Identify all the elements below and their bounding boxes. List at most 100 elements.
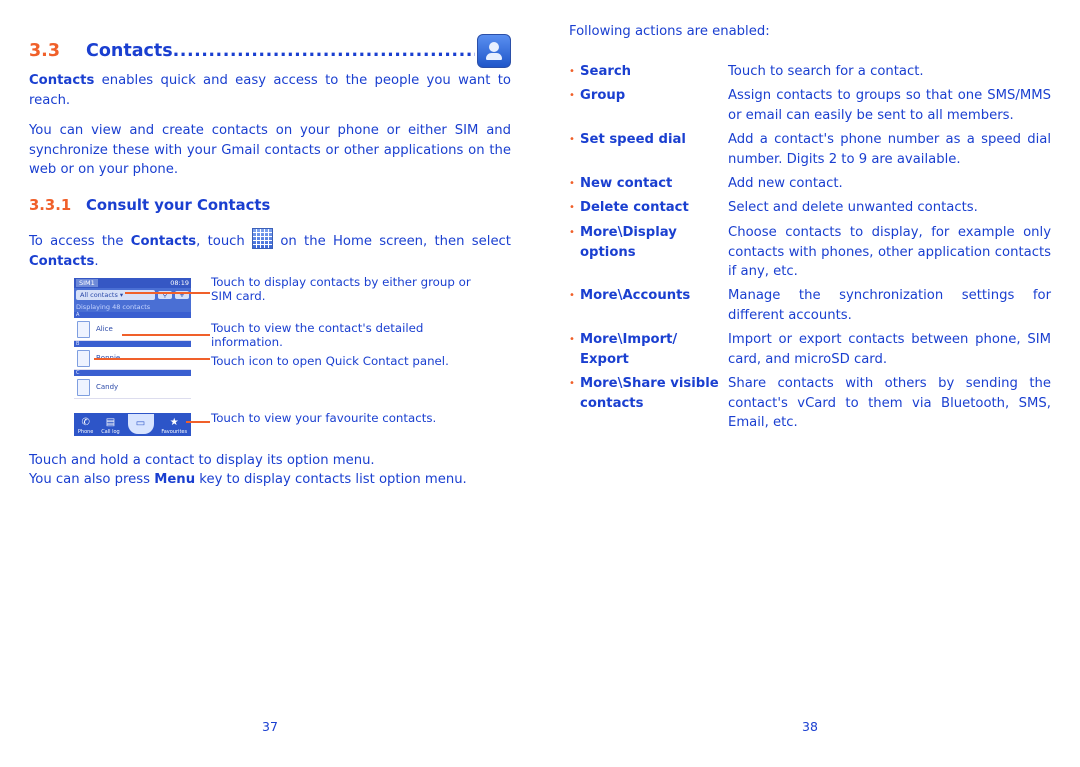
phone-status-bar: SIM1 08:19 (74, 278, 191, 288)
contacts-app-icon (477, 34, 511, 68)
action-name: Set speed dial (580, 132, 686, 147)
bullet-icon: • (569, 90, 575, 101)
intro-text: enables quick and easy access to the peo… (29, 73, 511, 108)
callout-quick-contact: Touch icon to open Quick Contact panel. (211, 354, 449, 368)
action-desc: Import or export contacts between phone,… (728, 332, 1051, 367)
contact-avatar-icon[interactable] (77, 349, 90, 367)
callout-details: Touch to view the contact's detailed inf… (211, 321, 424, 349)
contact-row[interactable]: Alice (74, 318, 191, 341)
star-icon: ★ (169, 417, 179, 428)
bullet-icon: • (569, 202, 575, 213)
menu-key-bold: Menu (154, 472, 196, 487)
action-item-delete-contact: • Delete contact Select and delete unwan… (569, 198, 1051, 218)
hold-paragraph: Touch and hold a contact to display its … (29, 453, 375, 468)
access-text-3: on the Home screen, then select (273, 234, 511, 249)
phone-icon: ✆ (81, 417, 90, 428)
section-number: 3.3 (29, 41, 61, 61)
menu-paragraph: You can also press Menu key to display c… (29, 470, 511, 490)
callout-filter: Touch to display contacts by either grou… (211, 275, 471, 303)
action-name: Group (580, 88, 626, 103)
action-desc: Add new contact. (728, 176, 843, 191)
phone-screenshot: SIM1 08:19 All contacts ▾ ⚲ + Displaying… (74, 278, 191, 436)
subsection-heading: 3.3.1 Consult your Contacts (29, 197, 270, 214)
callout-leader-line (186, 421, 210, 423)
bullet-icon: • (569, 290, 575, 301)
action-item-new-contact: • New contact Add new contact. (569, 174, 1051, 194)
nav-contacts[interactable]: ▭ (127, 414, 154, 434)
page-number-right: 38 (802, 719, 818, 734)
nav-label: Call log (101, 429, 120, 435)
menu-text-1: You can also press (29, 472, 155, 487)
nav-favourites[interactable]: ★ Favourites (161, 417, 187, 435)
bullet-icon: • (569, 334, 575, 345)
action-desc: Add a contact's phone number as a speed … (728, 132, 1051, 167)
bullet-icon: • (569, 378, 575, 389)
access-text-4: . (94, 253, 99, 269)
action-item-accounts: • More\Accounts Manage the synchronizati… (569, 286, 1051, 325)
action-item-display-options: • More\Display options Choose contacts t… (569, 223, 1051, 282)
call-log-icon: ▤ (105, 417, 116, 428)
nav-call-log[interactable]: ▤ Call log (101, 417, 120, 435)
action-name: More\Share visible contacts (580, 376, 719, 411)
access-text-1: To access the (29, 234, 131, 249)
phone-bottom-nav: ✆ Phone ▤ Call log ▭ ★ Favourites (74, 413, 191, 436)
bullet-icon: • (569, 134, 575, 145)
action-item-search: • Search Touch to search for a contact. (569, 62, 1051, 82)
actions-intro: Following actions are enabled: (569, 24, 770, 39)
menu-text-2: key to display contacts list option menu… (195, 472, 467, 487)
subsection-number: 3.3.1 (29, 197, 72, 214)
subsection-title: Consult your Contacts (86, 197, 271, 214)
status-time: 08:19 (170, 279, 189, 287)
action-item-group: • Group Assign contacts to groups so tha… (569, 86, 1051, 125)
phone-toolbar: All contacts ▾ ⚲ + (74, 288, 191, 302)
contacts-count: Displaying 48 contacts (74, 302, 191, 312)
action-name: Delete contact (580, 200, 689, 215)
action-desc: Select and delete unwanted contacts. (728, 200, 978, 215)
dropdown-label: All contacts (80, 291, 118, 299)
action-desc: Share contacts with others by sending th… (728, 376, 1051, 430)
action-name: More\Display options (580, 225, 677, 260)
callout-leader-line (122, 334, 210, 336)
action-name: New contact (580, 176, 673, 191)
action-desc: Choose contacts to display, for example … (728, 225, 1051, 279)
bullet-icon: • (569, 178, 575, 189)
nav-label: Favourites (161, 429, 188, 435)
contact-name: Alice (96, 325, 113, 333)
nav-label: Phone (77, 429, 94, 435)
app-grid-icon (252, 228, 274, 249)
callout-leader-line (94, 358, 210, 360)
action-name: More\Accounts (580, 288, 691, 303)
callout-favourites: Touch to view your favourite contacts. (211, 411, 437, 425)
leader-dots: ........................................… (172, 41, 475, 61)
access-bold-2: Contacts (29, 253, 95, 269)
section-title: Contacts (86, 41, 173, 61)
nav-phone[interactable]: ✆ Phone (78, 417, 94, 435)
intro-bold: Contacts (29, 73, 95, 88)
action-desc: Touch to search for a contact. (728, 64, 924, 79)
access-paragraph: To access the Contacts, touch on the Hom… (29, 228, 511, 271)
access-bold-1: Contacts (130, 234, 197, 249)
intro-paragraph: Contacts enables quick and easy access t… (29, 71, 511, 110)
access-text-2: , touch (196, 234, 253, 249)
page-number-left: 37 (262, 719, 278, 734)
action-item-speed-dial: • Set speed dial Add a contact's phone n… (569, 130, 1051, 169)
left-page: 3.3 Contacts ...........................… (0, 0, 540, 767)
action-item-import-export: • More\Import/ Export Import or export c… (569, 330, 1051, 369)
action-name: Search (580, 64, 632, 79)
paragraph-2: You can view and create contacts on your… (29, 123, 511, 177)
callout-leader-line (125, 292, 210, 294)
contact-name: Candy (96, 383, 119, 391)
contact-avatar-icon[interactable] (77, 320, 90, 338)
contact-avatar-icon[interactable] (77, 378, 90, 396)
section-heading: 3.3 Contacts ...........................… (29, 34, 511, 68)
sim-indicator: SIM1 (76, 279, 98, 287)
bullet-icon: • (569, 66, 575, 77)
action-desc: Manage the synchronization settings for … (728, 288, 1051, 323)
bullet-icon: • (569, 227, 575, 238)
action-name: More\Import/ Export (580, 332, 678, 367)
contact-row[interactable]: Candy (74, 376, 191, 399)
action-item-share-visible: • More\Share visible contacts Share cont… (569, 374, 1051, 433)
action-desc: Assign contacts to groups so that one SM… (728, 88, 1051, 123)
contacts-tab-icon: ▭ (135, 418, 146, 429)
right-page: Following actions are enabled: • Search … (540, 0, 1080, 767)
